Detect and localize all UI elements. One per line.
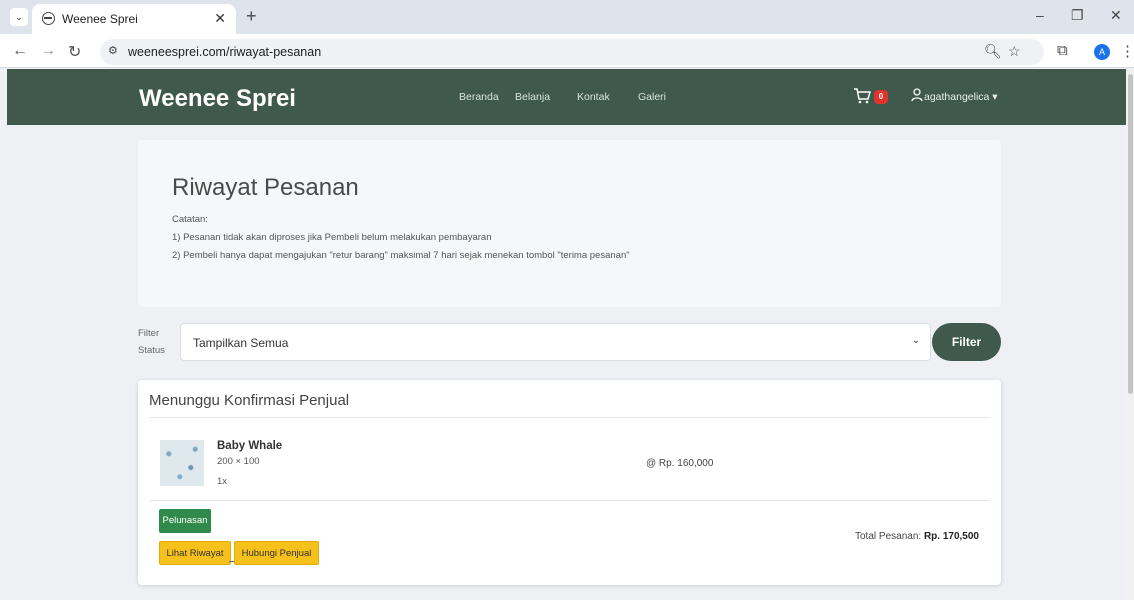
- contact-seller-button[interactable]: Hubungi Penjual: [234, 541, 319, 565]
- filter-label: Filter: [138, 328, 160, 339]
- site-navbar: Weenee Sprei Beranda Belanja Kontak Gale…: [7, 69, 1131, 125]
- divider: [149, 500, 990, 501]
- bookmark-star-icon[interactable]: ☆: [1008, 43, 1021, 60]
- page-title: Riwayat Pesanan: [172, 174, 359, 201]
- product-size: 200 × 100: [217, 456, 260, 467]
- pay-balance-button[interactable]: Pelunasan: [159, 509, 211, 533]
- scrollbar-thumb[interactable]: [1128, 74, 1133, 394]
- note-line: 1) Pesanan tidak akan diproses jika Pemb…: [172, 232, 492, 243]
- nav-galeri[interactable]: Galeri: [638, 91, 666, 103]
- profile-avatar[interactable]: A: [1094, 44, 1110, 60]
- status-filter-select[interactable]: Tampilkan Semua ⌄: [180, 323, 931, 361]
- site-logo[interactable]: Weenee Sprei: [139, 85, 296, 113]
- product-quantity: 1x: [217, 476, 228, 487]
- order-total: Total Pesanan: Rp. 170,500: [855, 531, 979, 542]
- tab-search-dropdown-icon[interactable]: ⌄: [10, 8, 28, 26]
- nav-kontak[interactable]: Kontak: [577, 91, 610, 103]
- username: agathangelica: [924, 91, 990, 103]
- cart-icon[interactable]: [853, 87, 871, 105]
- order-card: Menunggu Konfirmasi Penjual Baby Whale 2…: [138, 380, 1001, 585]
- chevron-down-icon: ⌄: [911, 335, 920, 346]
- url-text: weeneesprei.com/riwayat-pesanan: [128, 45, 322, 59]
- window-close-icon[interactable]: ✕: [1110, 7, 1122, 24]
- product-name: Baby Whale: [217, 440, 283, 452]
- filter-label: Status: [138, 345, 165, 356]
- nav-belanja[interactable]: Belanja: [515, 91, 550, 103]
- menu-icon[interactable]: ⋮: [1120, 42, 1134, 60]
- back-icon[interactable]: ←: [12, 42, 28, 60]
- url-field[interactable]: ⚙ weeneesprei.com/riwayat-pesanan 🔍︎ ☆: [100, 39, 1044, 65]
- select-value: Tampilkan Semua: [193, 336, 289, 350]
- total-label: Total Pesanan:: [855, 531, 922, 542]
- new-tab-icon[interactable]: +: [246, 6, 257, 27]
- view-history-button[interactable]: Lihat Riwayat: [159, 541, 231, 565]
- notes-heading: Catatan:: [172, 214, 208, 225]
- minimize-icon[interactable]: –: [1036, 7, 1044, 23]
- total-value: Rp. 170,500: [923, 531, 979, 542]
- restore-icon[interactable]: ❐: [1071, 7, 1084, 24]
- browser-address-bar: ← → ↻ ⚙ weeneesprei.com/riwayat-pesanan …: [0, 34, 1134, 68]
- browser-tab[interactable]: Weenee Sprei ✕: [32, 4, 236, 34]
- site-settings-icon[interactable]: ⚙: [108, 44, 118, 57]
- nav-beranda[interactable]: Beranda: [459, 91, 499, 103]
- page-header-card: Riwayat Pesanan Catatan: 1) Pesanan tida…: [138, 140, 1001, 307]
- order-status-title: Menunggu Konfirmasi Penjual: [149, 392, 350, 409]
- product-unit-price: @ Rp. 160,000: [646, 458, 714, 469]
- filter-button[interactable]: Filter: [932, 323, 1001, 361]
- tab-title: Weenee Sprei: [62, 12, 138, 26]
- cart-count-badge: 0: [874, 90, 888, 104]
- globe-icon: [42, 12, 55, 25]
- note-line: 2) Pembeli hanya dapat mengajukan "retur…: [172, 250, 630, 261]
- user-icon: [911, 88, 923, 102]
- product-image: [160, 440, 204, 486]
- forward-icon[interactable]: →: [40, 42, 56, 60]
- zoom-icon[interactable]: 🔍︎: [984, 43, 1002, 60]
- extensions-icon[interactable]: ⧉: [1057, 42, 1068, 59]
- user-menu[interactable]: agathangelica ▾: [924, 91, 998, 103]
- divider: [149, 417, 990, 418]
- reload-icon[interactable]: ↻: [68, 42, 81, 62]
- close-tab-icon[interactable]: ✕: [214, 10, 226, 27]
- browser-tab-bar: ⌄ Weenee Sprei ✕ + – ❐ ✕: [0, 0, 1134, 34]
